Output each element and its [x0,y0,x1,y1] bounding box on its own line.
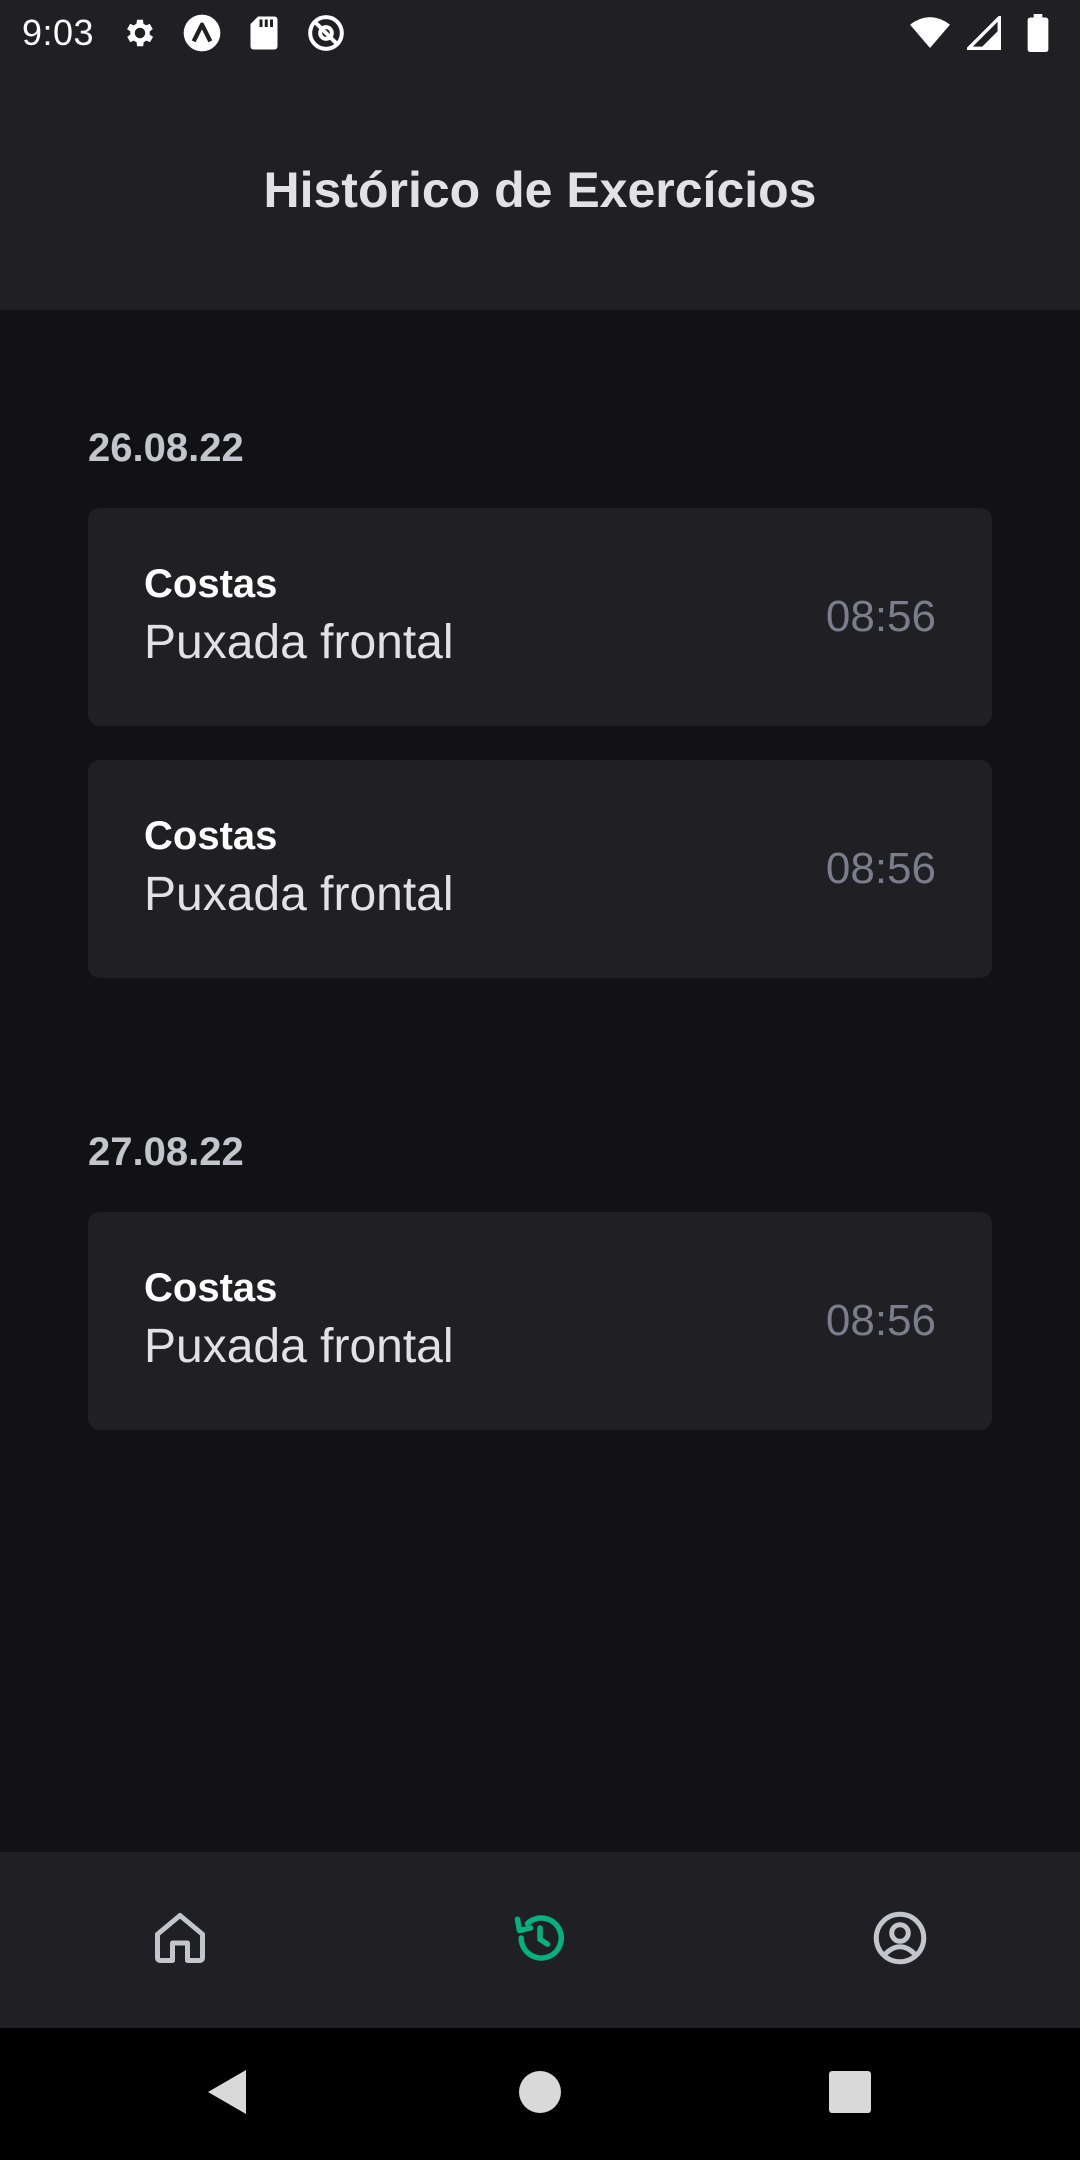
bottom-tab-bar [0,1852,1080,2028]
home-circle-icon [519,2070,561,2118]
card-text: Costas Puxada frontal [144,558,454,676]
section-date: 27.08.22 [88,1130,244,1174]
tab-home[interactable] [120,1880,240,2000]
status-right [910,13,1058,53]
exercise-name: Puxada frontal [144,868,454,921]
exercise-name: Puxada frontal [144,1320,454,1373]
exercise-group: Costas [144,562,278,606]
at-icon [306,13,346,53]
system-nav-bar [0,2028,1080,2160]
card-text: Costas Puxada frontal [144,1262,454,1380]
history-icon [510,1908,570,1973]
wifi-icon [910,13,950,53]
screen: 9:03 Histórico de Exercícios 26.08.22 Co… [0,0,1080,2160]
exercise-group: Costas [144,814,278,858]
section-date: 26.08.22 [88,426,244,470]
history-list[interactable]: 26.08.22 Costas Puxada frontal 08:56 Cos… [88,310,992,1430]
status-time: 9:03 [22,12,95,53]
page-title: Histórico de Exercícios [263,162,817,218]
history-section: 26.08.22 Costas Puxada frontal 08:56 Cos… [88,422,992,978]
exercise-history-card[interactable]: Costas Puxada frontal 08:56 [88,760,992,978]
recents-icon [829,2070,871,2118]
exercise-history-card[interactable]: Costas Puxada frontal 08:56 [88,1212,992,1430]
settings-icon [120,13,160,53]
exercise-name: Puxada frontal [144,616,454,669]
tab-history[interactable] [480,1880,600,2000]
header: Histórico de Exercícios [0,66,1080,310]
system-home-button[interactable] [480,2034,600,2154]
back-icon [206,2068,250,2121]
tab-profile[interactable] [840,1880,960,2000]
exercise-time: 08:56 [825,1296,936,1345]
card-text: Costas Puxada frontal [144,810,454,928]
exercise-time: 08:56 [825,844,936,893]
profile-icon [870,1908,930,1973]
system-recents-button[interactable] [790,2034,910,2154]
battery-icon [1018,13,1058,53]
app-logo-icon [182,13,222,53]
system-back-button[interactable] [168,2034,288,2154]
status-bar: 9:03 [0,0,1080,66]
sd-card-icon [244,13,284,53]
status-left: 9:03 [22,12,346,54]
exercise-group: Costas [144,1266,278,1310]
signal-icon [964,13,1004,53]
home-icon [150,1908,210,1973]
history-section: 27.08.22 Costas Puxada frontal 08:56 [88,1126,992,1430]
status-notification-icons [120,13,346,53]
exercise-time: 08:56 [825,592,936,641]
exercise-history-card[interactable]: Costas Puxada frontal 08:56 [88,508,992,726]
